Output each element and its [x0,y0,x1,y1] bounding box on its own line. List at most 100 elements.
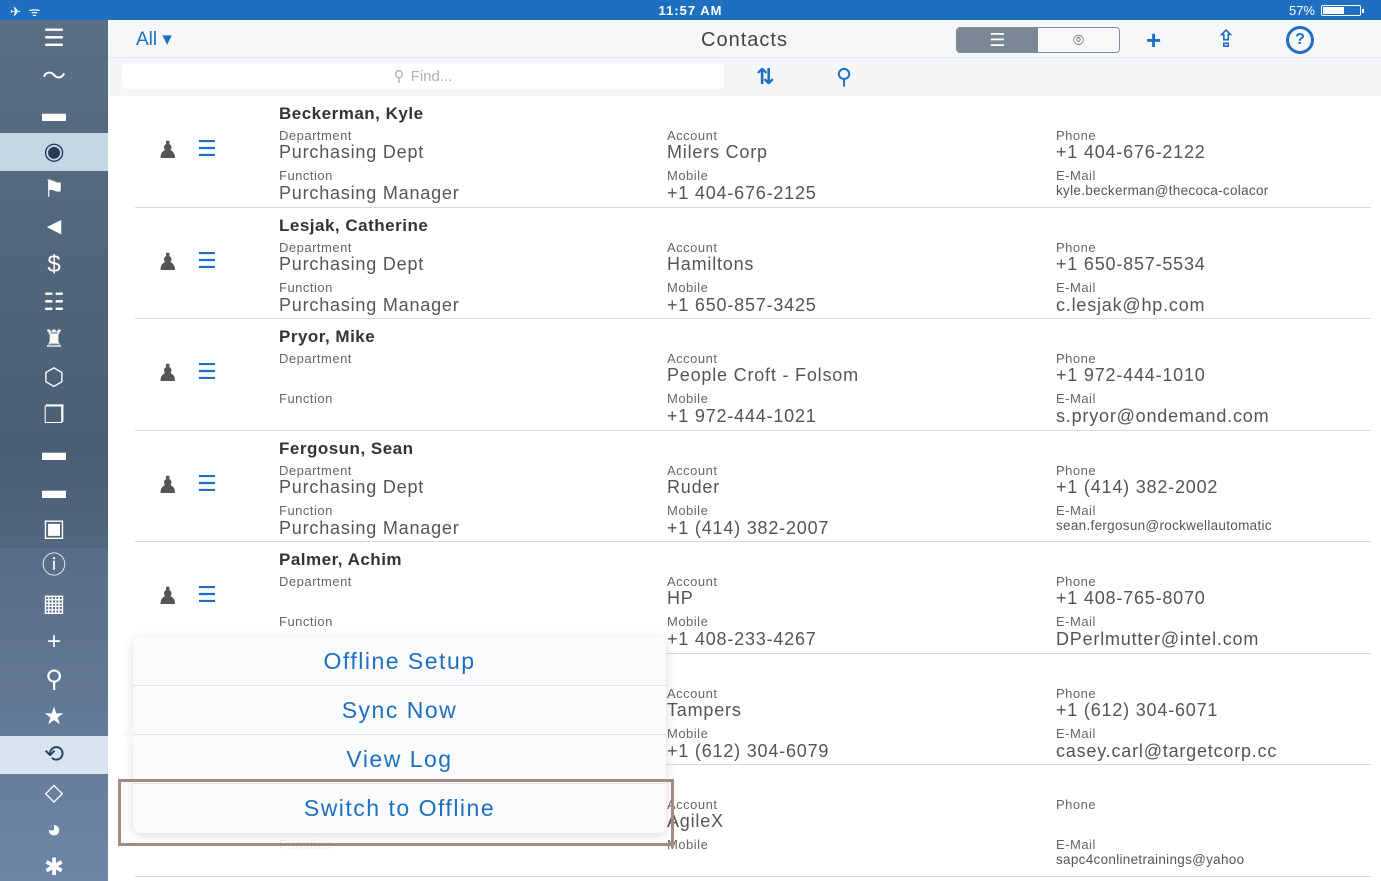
contact-name: Pryor, Mike [279,327,376,346]
phone-value[interactable]: +1 972-444-1010 [1056,365,1376,386]
email-cell: E-Mail casey.carl@targetcorp.cc [1056,726,1376,762]
help-icon[interactable]: ? [1286,26,1314,54]
folder-icon[interactable]: ▬ [0,95,108,133]
map-view-icon[interactable]: ⌾ [1038,28,1119,52]
phone-label: Phone [1056,351,1097,366]
account-cell: Account Milers Corp [667,128,1037,163]
account-value[interactable]: Ruder [667,477,1037,498]
details-list-icon[interactable]: ☰ [197,359,217,385]
account-label: Account [667,685,718,701]
search-input[interactable]: ⚲ Find... [122,63,724,89]
opportunities-icon[interactable]: $ [0,246,108,284]
details-list-icon[interactable]: ☰ [197,136,217,162]
search-bar: ⚲ Find... ⇅ ⚲ [108,58,1381,96]
details-list-icon[interactable]: ☰ [197,471,217,497]
phone-value[interactable]: +1 408-765-8070 [1056,588,1376,609]
alert-icon[interactable]: ⓘ [0,547,108,586]
sync-icon[interactable]: ⟲ [0,736,108,774]
department-label: Department [279,574,352,588]
contact-row[interactable]: ♟ ☰ Pryor, Mike Department Function Acco… [135,319,1371,431]
department-cell: Department [279,351,649,365]
email-value[interactable]: DPerlmutter@intel.com [1056,629,1376,650]
phone-value[interactable]: +1 650-857-5534 [1056,254,1376,275]
favorites-icon[interactable]: ★ [0,698,108,737]
filter-dropdown[interactable]: All ▾ [136,28,172,51]
account-value[interactable]: Tampers [667,700,1037,721]
phone-value[interactable]: +1 (414) 382-2002 [1056,477,1376,498]
account-value[interactable]: Milers Corp [667,142,1037,163]
id-card-icon[interactable]: ▣ [0,510,108,548]
contact-row[interactable]: ♟ ☰ Lesjak, Catherine Department Purchas… [135,208,1371,319]
accounts-icon[interactable]: ⚑ [0,171,108,209]
contact-row[interactable]: ♟ ☰ Fergosun, Sean Department Purchasing… [135,431,1371,542]
function-label: Function [279,279,333,295]
department-label: Department [279,462,352,478]
list-view-icon[interactable]: ☰ [957,28,1038,52]
share-icon[interactable]: ⇪ [1216,25,1236,54]
function-cell: Function Purchasing Manager [279,503,649,539]
mobile-value[interactable]: +1 (414) 382-2007 [667,518,1037,539]
add-icon[interactable]: + [1146,25,1161,56]
phone-cell: Phone +1 408-765-8070 [1056,574,1376,609]
switch-to-offline-option[interactable]: Switch to Offline [133,784,666,833]
menu-icon[interactable]: ☰ [0,20,108,58]
account-value[interactable]: AgileX [667,811,1037,832]
pie-chart-icon[interactable]: ◕ [0,811,108,850]
function-cell: Function [279,837,649,852]
function-label: Function [279,502,333,518]
contact-row[interactable]: ♟ ☰ Beckerman, Kyle Department Purchasin… [135,96,1371,208]
account-value[interactable]: HP [667,588,1037,609]
phone-value[interactable]: +1 (612) 304-6071 [1056,700,1376,721]
phone-cell: Phone [1056,797,1376,811]
email-value[interactable]: c.lesjak@hp.com [1056,295,1376,316]
mobile-value[interactable]: +1 408-233-4267 [667,629,1037,650]
email-value[interactable]: kyle.beckerman@thecoca-colacor [1056,183,1376,198]
email-label: E-Mail [1056,502,1096,518]
person-icon: ♟ [157,583,179,610]
mobile-value[interactable]: +1 650-857-3425 [667,295,1037,316]
account-label: Account [667,462,718,478]
mobile-value[interactable]: +1 972-444-1021 [667,406,1037,427]
toolbar: All ▾ Contacts ☰ ⌾ + ⇪ ? [108,20,1381,58]
email-value[interactable]: sean.fergosun@rockwellautomatic [1056,518,1376,533]
folder-icon-3[interactable]: ▬ [0,472,108,510]
account-value[interactable]: People Croft - Folsom [667,365,1037,386]
details-list-icon[interactable]: ☰ [197,248,217,274]
folder-icon-2[interactable]: ▬ [0,435,108,473]
products-icon[interactable]: ⬡ [0,359,108,397]
documents-icon[interactable]: ❐ [0,397,108,435]
details-list-icon[interactable]: ☰ [197,582,217,608]
mobile-cell: Mobile [667,837,1037,852]
function-value: Purchasing Manager [279,517,460,538]
contacts-icon[interactable]: ◉ [0,133,108,171]
view-log-option[interactable]: View Log [133,735,666,784]
feed-icon[interactable]: 〜 [0,58,108,96]
sync-now-option[interactable]: Sync Now [133,686,666,735]
mobile-label: Mobile [667,279,709,295]
tasks-icon[interactable]: ☷ [0,284,108,322]
email-value[interactable]: casey.carl@targetcorp.cc [1056,741,1376,762]
zoom-search-icon[interactable]: ⚲ [836,64,852,90]
mobile-value[interactable]: +1 404-676-2125 [667,183,1037,204]
account-label: Account [667,797,718,812]
email-cell: E-Mail kyle.beckerman@thecoca-colacor [1056,168,1376,198]
competitors-icon[interactable]: ♜ [0,322,108,360]
settings-icon[interactable]: ✱ [0,849,108,881]
department-value: Purchasing Dept [279,476,425,497]
email-value[interactable]: sapc4conlinetrainings@yahoo [1056,852,1376,867]
email-cell: E-Mail s.pryor@ondemand.com [1056,391,1376,427]
email-label: E-Mail [1056,614,1096,629]
offline-setup-option[interactable]: Offline Setup [133,637,666,686]
account-value[interactable]: Hamiltons [667,254,1037,275]
tag-icon[interactable]: ◇ [0,773,108,812]
email-value[interactable]: s.pryor@ondemand.com [1056,406,1376,427]
phone-label: Phone [1056,685,1097,701]
calendar-icon[interactable]: ▦ [0,585,108,623]
search-icon[interactable]: ⚲ [0,660,108,699]
account-cell: Account Hamiltons [667,240,1037,275]
campaigns-icon[interactable]: ◄ [0,208,108,246]
sort-icon[interactable]: ⇅ [756,64,774,90]
phone-value[interactable]: +1 404-676-2122 [1056,142,1376,163]
add-icon[interactable]: + [0,623,108,661]
mobile-value[interactable]: +1 (612) 304-6079 [667,741,1037,762]
